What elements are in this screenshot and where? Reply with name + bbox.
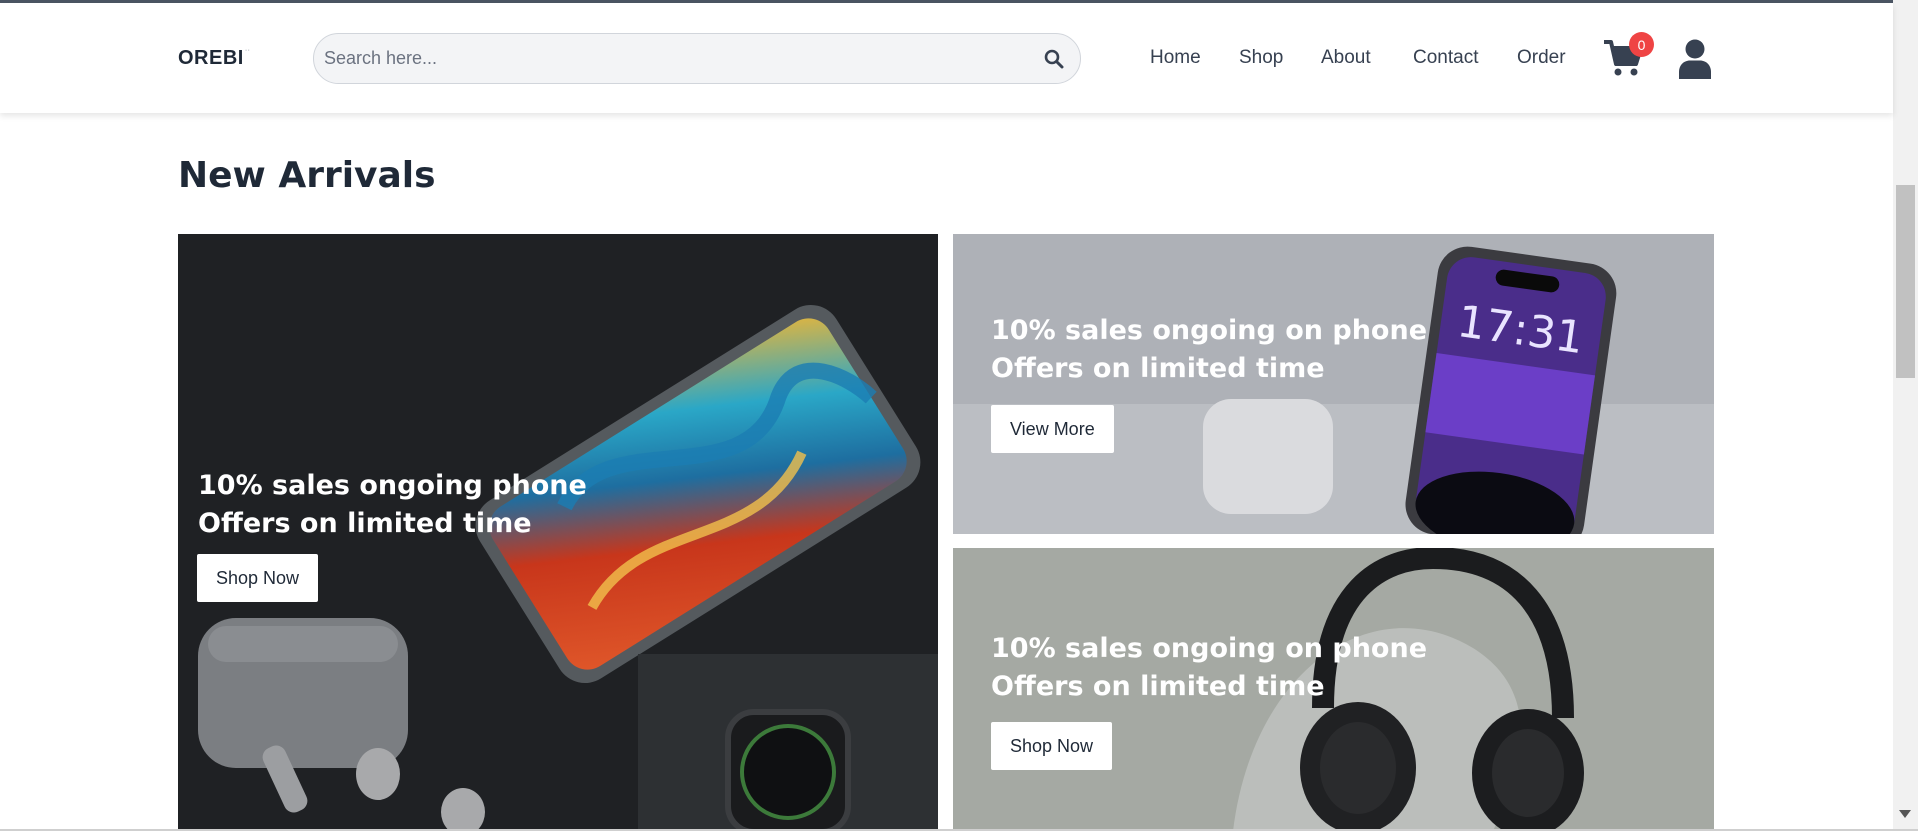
- site-header: OREBI·· Home Shop About Contact Order 0: [0, 3, 1893, 113]
- cart-count-badge: 0: [1629, 32, 1654, 57]
- user-icon[interactable]: [1678, 39, 1712, 79]
- nav-home[interactable]: Home: [1150, 47, 1201, 69]
- banner-top-right-text: 10% sales ongoing on phone Offers on lim…: [991, 312, 1427, 388]
- page-title: New Arrivals: [178, 155, 436, 196]
- nav-order[interactable]: Order: [1517, 47, 1566, 69]
- view-more-button[interactable]: View More: [991, 405, 1114, 453]
- banner-large-line1: 10% sales ongoing phone: [198, 470, 587, 501]
- search-icon[interactable]: [1042, 47, 1066, 71]
- logo-mark: ··: [244, 47, 251, 54]
- nav-about[interactable]: About: [1321, 47, 1371, 69]
- nav-shop[interactable]: Shop: [1239, 47, 1283, 69]
- banner-bottom-right-line2: Offers on limited time: [991, 671, 1325, 702]
- logo-text: OREBI: [178, 47, 244, 69]
- search-input[interactable]: [324, 48, 1042, 69]
- logo[interactable]: OREBI··: [178, 47, 251, 70]
- banner-top-right[interactable]: 17:31 10% sales ongoing on phone Offers …: [953, 234, 1714, 534]
- nav-contact[interactable]: Contact: [1413, 47, 1478, 69]
- banner-bottom-right-line1: 10% sales ongoing on phone: [991, 633, 1428, 664]
- banner-top-right-line2: Offers on limited time: [991, 353, 1325, 384]
- banner-bottom-right-text: 10% sales ongoing on phone Offers on lim…: [991, 630, 1427, 706]
- banner-large-text: 10% sales ongoing phone Offers on limite…: [198, 467, 587, 543]
- scroll-down-arrow-icon[interactable]: [1899, 810, 1911, 818]
- scrollbar-track[interactable]: [1893, 0, 1918, 831]
- banner-bottom-right[interactable]: 10% sales ongoing on phone Offers on lim…: [953, 548, 1714, 831]
- banner-large-line2: Offers on limited time: [198, 508, 532, 539]
- scrollbar-thumb[interactable]: [1896, 185, 1915, 378]
- banner-top-right-line1: 10% sales ongoing on phone: [991, 315, 1428, 346]
- banner-large[interactable]: 10% sales ongoing phone Offers on limite…: [178, 234, 938, 831]
- shop-now-button-2[interactable]: Shop Now: [991, 722, 1113, 770]
- search-bar: [313, 33, 1081, 84]
- shop-now-button[interactable]: Shop Now: [197, 554, 319, 602]
